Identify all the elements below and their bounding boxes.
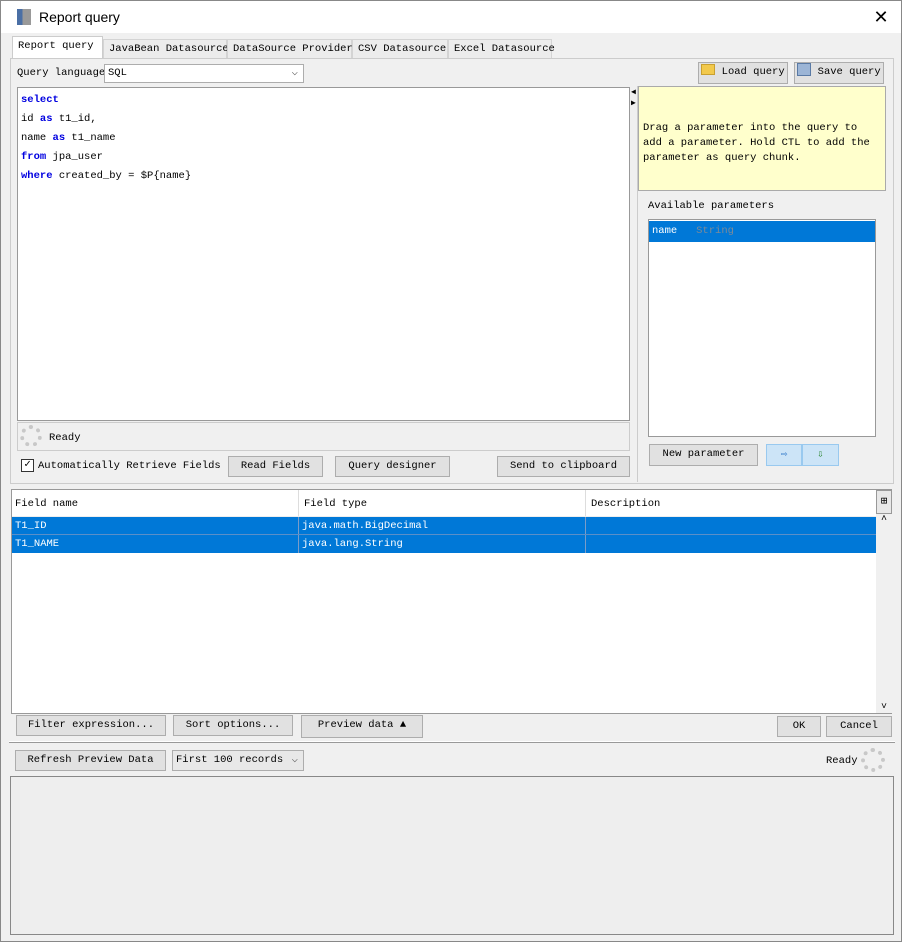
window-title: Report query <box>39 9 120 25</box>
records-limit-select[interactable]: First 100 records ⌵ <box>172 750 304 771</box>
header-field-name[interactable]: Field name <box>12 490 299 516</box>
query-language-select[interactable]: SQL ⌵ <box>104 64 304 83</box>
vertical-scrollbar[interactable]: ⊞ ˄ ˅ <box>876 490 892 713</box>
cell-description <box>586 517 876 534</box>
save-icon <box>797 63 812 76</box>
splitter-arrows-icon[interactable]: ◀ ▶ <box>631 87 636 109</box>
auto-retrieve-label: Automatically Retrieve Fields <box>38 460 221 472</box>
tab-datasource-provider[interactable]: DataSource Provider <box>227 39 353 58</box>
parameters-list[interactable]: name String <box>648 219 876 437</box>
close-icon[interactable]: ✕ <box>867 3 895 31</box>
chevron-down-icon: ⌵ <box>291 67 298 79</box>
query-language-value: SQL <box>108 67 127 79</box>
header-field-type[interactable]: Field type <box>299 490 586 516</box>
app-icon <box>17 9 31 25</box>
code-line: id as t1_id, <box>21 113 97 125</box>
code-line: from jpa_user <box>21 151 103 163</box>
code-line: select <box>21 94 59 106</box>
cell-field-type: java.math.BigDecimal <box>299 517 586 534</box>
send-to-clipboard-button[interactable]: Send to clipboard <box>497 456 630 477</box>
header-description[interactable]: Description <box>586 490 877 516</box>
auto-retrieve-checkbox[interactable]: ✓ <box>21 459 34 472</box>
refresh-preview-button[interactable]: Refresh Preview Data <box>15 750 166 771</box>
triangle-up-icon: ▲ <box>399 719 407 731</box>
ok-button[interactable]: OK <box>777 716 821 737</box>
spinner-icon <box>861 748 885 772</box>
query-designer-button[interactable]: Query designer <box>335 456 450 477</box>
tab-excel-datasource[interactable]: Excel Datasource <box>448 39 555 58</box>
cell-field-type: java.lang.String <box>299 535 586 553</box>
folder-icon <box>701 64 716 75</box>
insert-parameter-icon[interactable]: ⇨ <box>766 444 802 466</box>
sort-options-button[interactable]: Sort options... <box>173 715 293 736</box>
tab-report-query[interactable]: Report query <box>12 36 103 58</box>
divider <box>637 86 638 482</box>
chevron-down-icon: ⌵ <box>291 754 298 766</box>
title-bar: Report query ✕ <box>1 1 901 33</box>
query-editor[interactable]: select id as t1_id, name as t1_name from… <box>17 87 630 421</box>
read-fields-button[interactable]: Read Fields <box>228 456 323 477</box>
cancel-button[interactable]: Cancel <box>826 716 892 737</box>
tab-javabean-datasource[interactable]: JavaBean Datasource <box>103 39 229 58</box>
tab-csv-datasource[interactable]: CSV Datasource <box>352 39 448 58</box>
cell-description <box>586 535 876 553</box>
cell-field-name: T1_ID <box>12 517 299 534</box>
preview-data-area <box>10 776 894 935</box>
code-line: where created_by = $P{name} <box>21 170 192 182</box>
code-line: name as t1_name <box>21 132 116 144</box>
status-bar: Ready <box>17 422 630 451</box>
available-parameters-label: Available parameters <box>648 200 775 212</box>
query-language-label: Query language <box>17 67 106 79</box>
save-query-button[interactable]: Save query <box>794 62 884 84</box>
table-row[interactable]: T1_NAME java.lang.String <box>12 535 876 553</box>
fields-table: Field name Field type Description T1_ID … <box>11 489 892 714</box>
table-row[interactable]: T1_ID java.math.BigDecimal <box>12 517 876 535</box>
spinner-icon <box>20 425 42 447</box>
table-header: Field name Field type Description <box>12 490 877 517</box>
preview-data-button[interactable]: Preview data ▲ <box>301 715 423 738</box>
cell-field-name: T1_NAME <box>12 535 299 553</box>
filter-expression-button[interactable]: Filter expression... <box>16 715 166 736</box>
parameter-hint: Drag a parameter into the query to add a… <box>638 86 886 191</box>
column-chooser-icon[interactable]: ⊞ <box>876 490 892 514</box>
report-query-dialog: Report query ✕ Report query JavaBean Dat… <box>0 0 902 942</box>
status-text: Ready <box>49 432 81 444</box>
list-item[interactable]: name String <box>649 221 875 242</box>
scroll-down-icon[interactable]: ˅ <box>876 702 892 713</box>
splitter[interactable] <box>9 741 895 743</box>
preview-status: Ready <box>826 755 858 767</box>
load-query-button[interactable]: Load query <box>698 62 788 84</box>
import-parameter-icon[interactable]: ⇩ <box>802 444 839 466</box>
new-parameter-button[interactable]: New parameter <box>649 444 758 466</box>
scroll-up-icon[interactable]: ˄ <box>876 514 892 525</box>
